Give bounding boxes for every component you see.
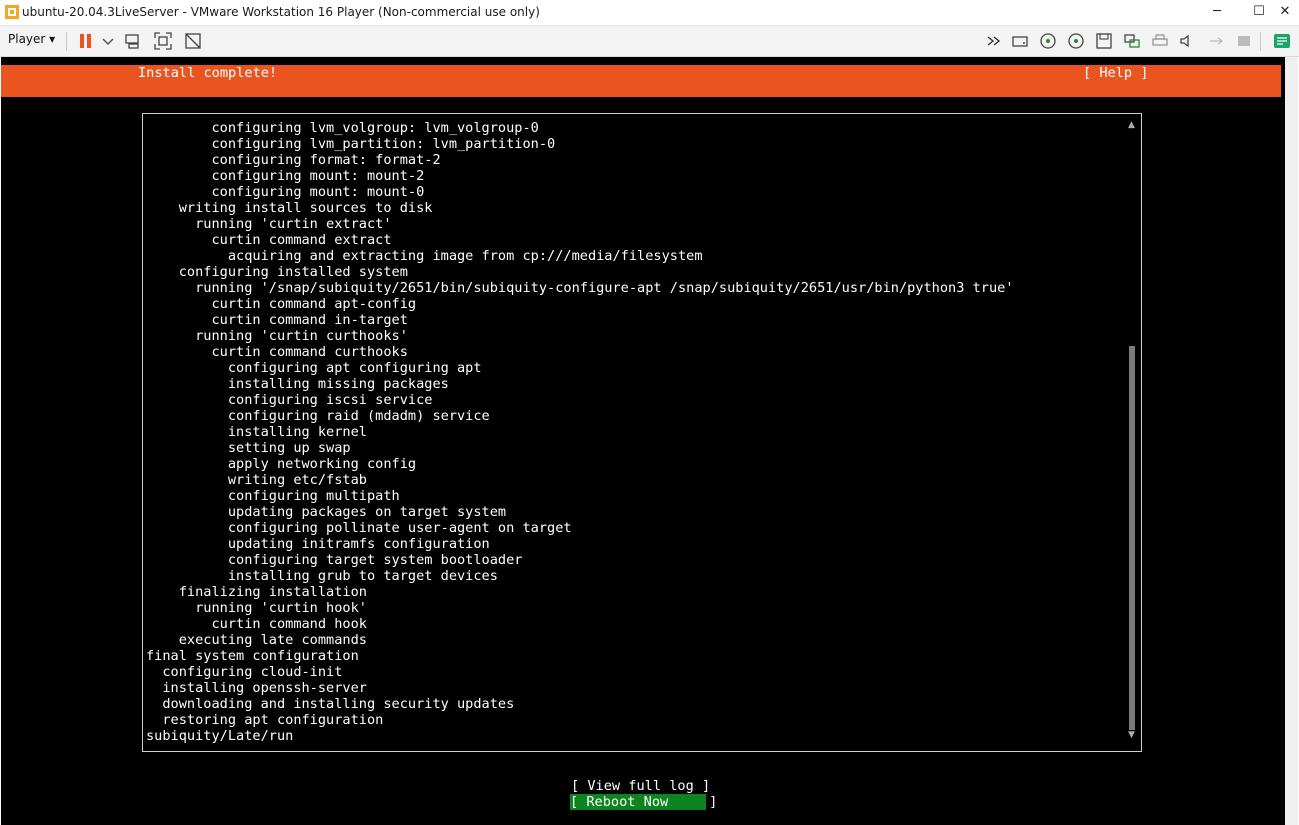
unity-mode-icon[interactable] [183,31,203,51]
message-log-icon[interactable] [1272,31,1292,51]
log-line: configuring multipath [146,488,400,504]
log-line: configuring lvm_partition: lvm_partition… [146,136,556,152]
log-line: configuring apt configuring apt [146,360,482,376]
vm-console-screen[interactable]: Install complete! [ Help ] configuring l… [1,57,1298,825]
log-line: curtin command curthooks [146,344,408,360]
install-log-lines: configuring lvm_volgroup: lvm_volgroup-0… [146,120,1126,744]
log-line: installing openssh-server [146,680,367,696]
scroll-up-icon[interactable]: ▲ [1128,120,1135,130]
forward-icon[interactable] [985,31,1005,51]
log-line: running 'curtin hook' [146,600,367,616]
sound-card-icon[interactable] [1178,31,1198,51]
log-line: installing grub to target devices [146,568,498,584]
log-line: apply networking config [146,456,417,472]
log-line: updating packages on target system [146,504,507,520]
log-line: configuring lvm_volgroup: lvm_volgroup-0 [146,120,539,136]
view-full-log-button[interactable]: [ View full log ] [571,778,710,794]
toolbar-divider [66,32,67,51]
log-line: subiquity/Late/run [146,728,294,744]
log-line: configuring target system bootloader [146,552,523,568]
log-line: installing missing packages [146,376,449,392]
log-line: writing install sources to disk [146,200,433,216]
log-line: writing etc/fstab [146,472,367,488]
install-log-panel: configuring lvm_volgroup: lvm_volgroup-0… [142,113,1142,752]
log-line: downloading and installing security upda… [146,696,515,712]
installer-title: Install complete! [138,65,278,81]
scroll-down-icon[interactable]: ▼ [1128,730,1135,740]
log-line: finalizing installation [146,584,367,600]
vmware-app-icon [5,5,19,19]
log-line: running 'curtin extract' [146,216,392,232]
close-button[interactable]: ✕ [1270,0,1299,26]
log-line: executing late commands [146,632,367,648]
log-line: final system configuration [146,648,359,664]
window-scrollbar[interactable] [1285,57,1298,825]
usb-icon[interactable] [1206,31,1226,51]
log-line: configuring cloud-init [146,664,343,680]
log-line: curtin command in-target [146,312,408,328]
floppy-icon[interactable] [1094,31,1114,51]
cd-dvd-2-icon[interactable] [1066,31,1086,51]
log-line: configuring raid (mdadm) service [146,408,490,424]
log-line: configuring mount: mount-2 [146,168,425,184]
display-icon[interactable] [1234,31,1254,51]
help-button[interactable]: [ Help ] [1083,65,1148,81]
reboot-now-button[interactable]: [ Reboot Now ] [570,794,717,810]
log-line: updating initramfs configuration [146,536,490,552]
log-line: restoring apt configuration [146,712,384,728]
window-titlebar: ubuntu-20.04.3LiveServer - VMware Workst… [0,0,1299,26]
log-line: configuring mount: mount-0 [146,184,425,200]
log-line: acquiring and extracting image from cp:/… [146,248,703,264]
send-ctrl-alt-del-icon[interactable] [123,31,143,51]
chevron-down-icon[interactable] [98,31,118,51]
window-title: ubuntu-20.04.3LiveServer - VMware Workst… [22,5,540,19]
printer-icon[interactable] [1150,31,1170,51]
log-line: configuring iscsi service [146,392,433,408]
log-line: curtin command extract [146,232,392,248]
log-line: running '/snap/subiquity/2651/bin/subiqu… [146,280,1014,296]
network-adapter-icon[interactable] [1122,31,1142,51]
player-menu[interactable]: Player ▾ [8,32,55,46]
log-line: setting up swap [146,440,351,456]
pause-icon[interactable] [76,31,96,51]
log-line: configuring pollinate user-agent on targ… [146,520,572,536]
toolbar-divider-right [1260,32,1261,51]
log-line: configuring installed system [146,264,408,280]
log-line: running 'curtin curthooks' [146,328,408,344]
log-line: configuring format: format-2 [146,152,441,168]
log-scrollbar-thumb[interactable] [1129,346,1135,730]
log-line: curtin command apt-config [146,296,417,312]
cd-dvd-icon[interactable] [1038,31,1058,51]
player-toolbar: Player ▾ [0,26,1299,57]
hard-disk-icon[interactable] [1010,31,1030,51]
minimize-button[interactable]: ─ [1202,0,1232,26]
log-line: curtin command hook [146,616,367,632]
fullscreen-icon[interactable] [153,31,173,51]
log-line: installing kernel [146,424,367,440]
